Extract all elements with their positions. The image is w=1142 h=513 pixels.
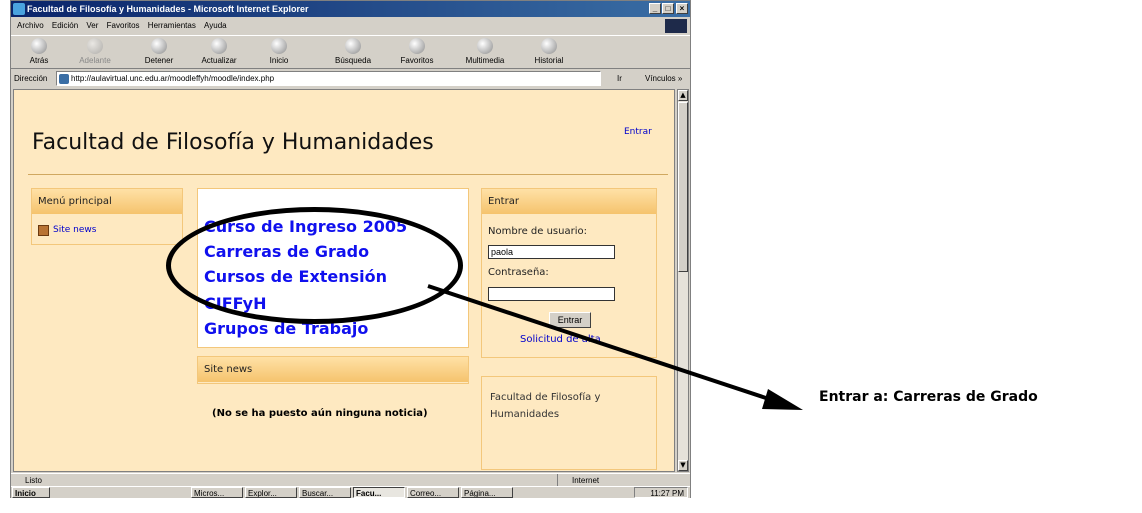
arrow-shaft	[427, 284, 773, 402]
screenshot-stage: Facultad de Filosofía y Humanidades - Mi…	[0, 0, 1142, 513]
annotation-label: Entrar a: Carreras de Grado	[819, 389, 1038, 405]
arrow-head-icon	[762, 389, 803, 410]
annotation-arrow	[427, 284, 803, 410]
